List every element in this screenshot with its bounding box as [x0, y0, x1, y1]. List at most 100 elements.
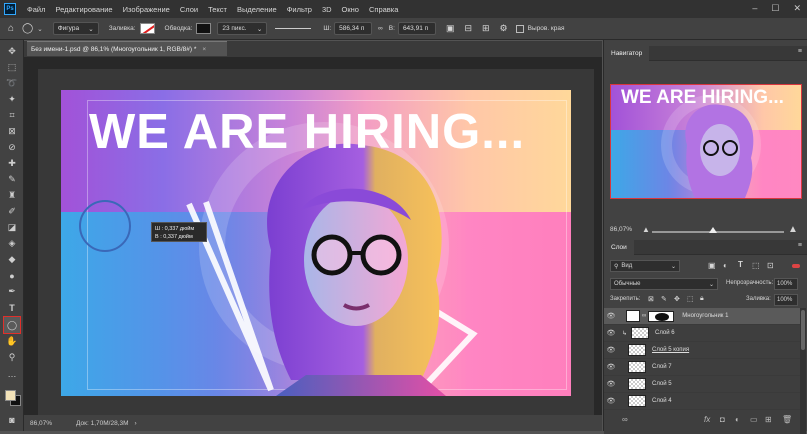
artwork-canvas[interactable]: WE ARE HIRING... Ш : 0,337 дюйм В : 0,33… — [61, 90, 571, 396]
menu-window[interactable]: Окно — [337, 5, 364, 14]
menu-file[interactable]: Файл — [22, 5, 50, 14]
healing-brush-tool-icon[interactable]: ✚ — [4, 156, 20, 171]
add-mask-icon[interactable]: ◘ — [720, 415, 725, 424]
navigator-zoom-slider[interactable] — [652, 231, 784, 233]
lock-pixels-icon[interactable]: ✎ — [661, 295, 667, 303]
stroke-swatch[interactable] — [196, 23, 212, 34]
lock-artboard-icon[interactable]: ⬚ — [687, 295, 694, 303]
lock-all-icon[interactable]: 🔒︎ — [700, 295, 704, 303]
eye-icon[interactable]: 👁︎ — [604, 380, 618, 388]
filter-pixel-icon[interactable]: ▣ — [708, 261, 716, 270]
move-tool-icon[interactable]: ✥ — [4, 44, 20, 59]
eye-icon[interactable]: 👁︎ — [604, 397, 618, 405]
delete-layer-icon[interactable]: 🗑︎ — [782, 415, 792, 424]
panel-menu-icon[interactable]: ≡ — [798, 48, 802, 55]
layer-style-icon[interactable]: fx — [704, 415, 710, 424]
fill-input[interactable]: 100% — [774, 294, 798, 306]
blur-tool-icon[interactable]: ◆ — [4, 252, 20, 267]
lock-position-icon[interactable]: ✥ — [674, 295, 680, 303]
close-tab-icon[interactable]: × — [202, 46, 206, 53]
type-tool-icon[interactable]: T — [4, 300, 20, 315]
eye-icon[interactable]: 👁︎ — [604, 363, 618, 371]
brush-tool-icon[interactable]: ✎ — [4, 172, 20, 187]
layers-scrollbar[interactable] — [800, 308, 806, 434]
menu-layers[interactable]: Слои — [175, 5, 203, 14]
layer-row[interactable]: 👁︎ Слой 4 — [604, 393, 800, 410]
zoom-out-icon[interactable]: ▲ — [642, 225, 650, 234]
stamp-tool-icon[interactable]: ♜ — [4, 188, 20, 203]
filter-smart-object-icon[interactable]: ⊡ — [767, 261, 774, 270]
eraser-tool-icon[interactable]: ◪ — [4, 220, 20, 235]
marquee-tool-icon[interactable]: ⬚ — [4, 60, 20, 75]
panel-menu-icon[interactable]: ≡ — [798, 242, 802, 249]
slider-handle[interactable] — [709, 227, 717, 233]
frame-tool-icon[interactable]: ⊠ — [4, 124, 20, 139]
home-icon[interactable]: ⌂ — [8, 23, 14, 34]
pen-tool-icon[interactable]: ✒ — [4, 284, 20, 299]
filter-type-icon[interactable]: T — [738, 260, 743, 269]
eye-icon[interactable]: 👁︎ — [604, 312, 618, 320]
new-layer-icon[interactable]: ⊞ — [765, 415, 772, 424]
quick-mask-icon[interactable]: ◙ — [4, 412, 20, 427]
layer-row[interactable]: 👁︎ ∞ Многоугольник 1 — [604, 308, 800, 325]
chevron-right-icon[interactable]: › — [135, 420, 137, 427]
layer-row[interactable]: 👁︎ Слой 7 — [604, 359, 800, 376]
new-group-icon[interactable]: ▭ — [750, 415, 758, 424]
gear-icon[interactable]: ⚙ — [500, 23, 508, 34]
menu-text[interactable]: Текст — [203, 5, 232, 14]
path-alignment-icon[interactable]: ⊟ — [464, 23, 472, 34]
magic-wand-tool-icon[interactable]: ✦ — [4, 92, 20, 107]
layer-row[interactable]: 👁︎ Слой 5 — [604, 376, 800, 393]
menu-image[interactable]: Изображение — [118, 5, 175, 14]
minimize-icon[interactable]: – — [752, 3, 757, 14]
path-arrangement-icon[interactable]: ⊞ — [482, 23, 490, 34]
chevron-down-icon[interactable]: ⌄ — [37, 25, 42, 33]
path-operations-icon[interactable]: ▣ — [446, 23, 455, 34]
link-icon[interactable]: ∞ — [378, 25, 383, 32]
adjustment-layer-icon[interactable]: ◐ — [735, 415, 740, 424]
paint-bucket-tool-icon[interactable]: ◈ — [4, 236, 20, 251]
eyedropper-tool-icon[interactable]: ⊘ — [4, 140, 20, 155]
ellipse-tool-preset-icon[interactable]: ◯ — [22, 23, 33, 34]
lasso-tool-icon[interactable]: ➰ — [4, 76, 20, 91]
layer-row[interactable]: 👁︎ Слой 5 копия — [604, 342, 800, 359]
ellipse-tool-icon[interactable]: ◯ — [3, 316, 21, 334]
history-brush-tool-icon[interactable]: ✐ — [4, 204, 20, 219]
shape-mode-select[interactable]: Фигура ⌄ — [52, 22, 99, 35]
more-tools-icon[interactable]: … — [4, 366, 20, 381]
layer-kind-filter[interactable]: ⚲ Вид ⌄ — [610, 260, 680, 272]
filter-toggle[interactable] — [792, 264, 800, 268]
height-input[interactable]: 643,91 п — [397, 22, 436, 35]
width-input[interactable]: 586,34 п — [334, 22, 373, 35]
eye-icon[interactable]: 👁︎ — [604, 329, 618, 337]
menu-select[interactable]: Выделение — [232, 5, 282, 14]
maximize-icon[interactable]: ☐ — [771, 3, 779, 14]
layer-row[interactable]: 👁︎ ↳ Слой 6 — [604, 325, 800, 342]
eye-icon[interactable]: 👁︎ — [604, 346, 618, 354]
navigator-thumbnail[interactable]: WE ARE HIRING... — [610, 84, 802, 199]
foreground-color-swatch[interactable] — [5, 390, 16, 401]
menu-help[interactable]: Справка — [364, 5, 403, 14]
blend-mode-select[interactable]: Обычные ⌄ — [610, 278, 718, 290]
filter-adjustment-icon[interactable]: ◐ — [723, 261, 728, 270]
opacity-input[interactable]: 100% — [774, 278, 798, 290]
zoom-tool-icon[interactable]: ⚲ — [4, 350, 20, 365]
link-layers-icon[interactable]: ∞ — [622, 415, 628, 424]
menu-3d[interactable]: 3D — [317, 5, 337, 14]
align-edges-checkbox[interactable] — [515, 24, 524, 33]
document-tab[interactable]: Без имени-1.psd @ 86,1% (Многоугольник 1… — [27, 41, 227, 56]
zoom-level[interactable]: 86,07% — [30, 420, 52, 427]
close-icon[interactable]: ✕ — [793, 3, 801, 14]
navigator-zoom[interactable]: 86,07% — [610, 226, 632, 233]
fill-swatch[interactable] — [139, 23, 155, 34]
menu-filter[interactable]: Фильтр — [282, 5, 317, 14]
lock-transparent-icon[interactable]: ⊠ — [648, 295, 654, 303]
menu-edit[interactable]: Редактирование — [50, 5, 117, 14]
zoom-in-icon[interactable]: ▲ — [788, 224, 798, 235]
stroke-size-input[interactable]: 23 пикс. ⌄ — [217, 22, 268, 35]
dodge-tool-icon[interactable]: ● — [4, 268, 20, 283]
filter-shape-icon[interactable]: ⬚ — [752, 261, 760, 270]
crop-tool-icon[interactable]: ⌗ — [4, 108, 20, 123]
ellipse-shape-preview[interactable] — [79, 200, 131, 252]
stroke-type-select[interactable] — [275, 27, 312, 30]
